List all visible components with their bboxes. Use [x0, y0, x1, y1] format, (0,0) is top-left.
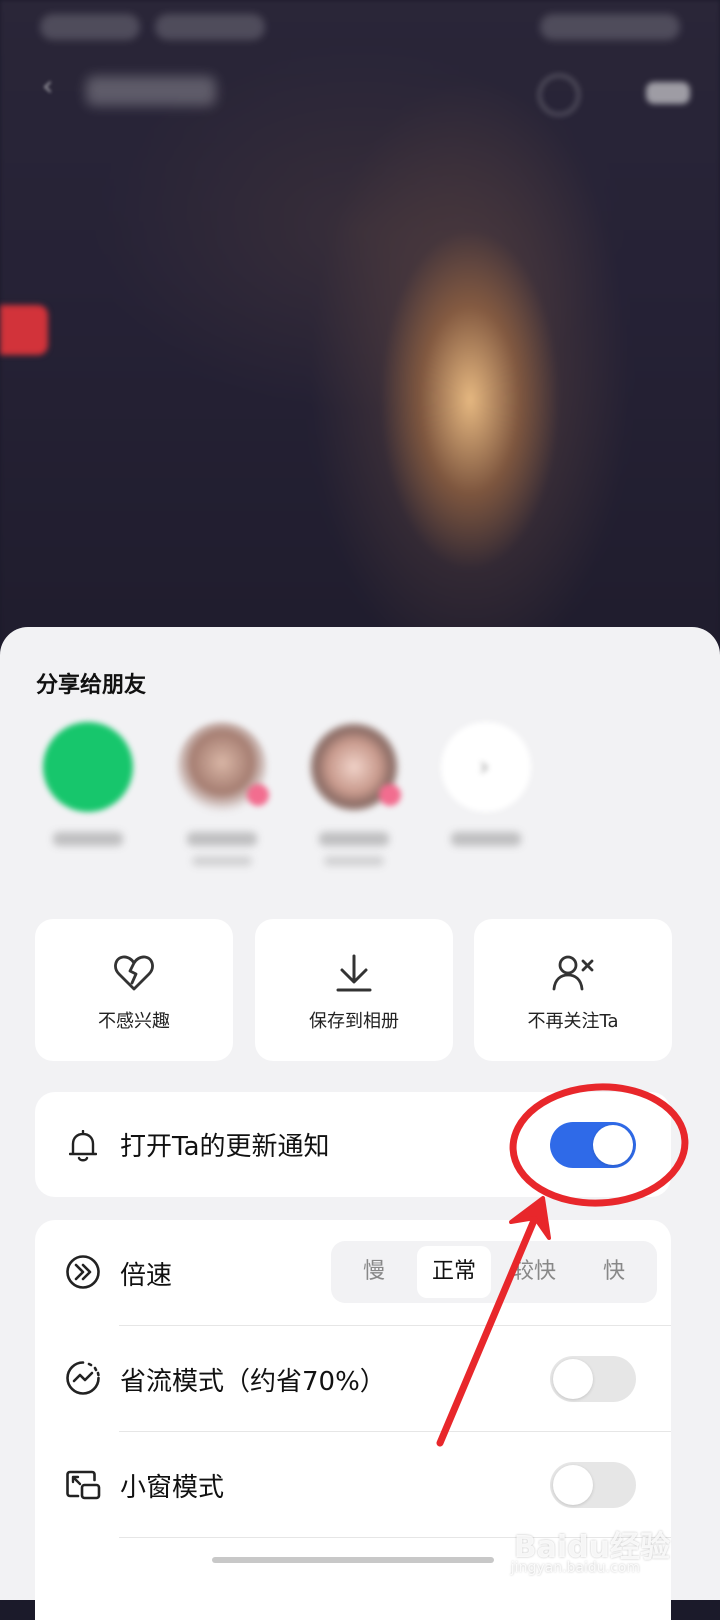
more-icon[interactable]	[646, 82, 690, 104]
mini-window-toggle[interactable]	[550, 1462, 636, 1508]
share-target-friend[interactable]	[304, 722, 404, 866]
speed-row: 倍速 慢 正常 较快 快	[35, 1220, 671, 1326]
top-nav: ‹	[30, 60, 690, 120]
speed-option-faster[interactable]: 较快	[497, 1246, 571, 1298]
update-notification-toggle[interactable]	[550, 1122, 636, 1168]
save-to-album-label: 保存到相册	[309, 1011, 399, 1032]
not-interested-button[interactable]: 不感兴趣	[35, 919, 233, 1061]
speed-icon	[66, 1255, 100, 1289]
mini-window-label: 小窗模式	[120, 1473, 225, 1503]
download-icon	[336, 954, 372, 992]
watermark-url: jingyan.baidu.com	[510, 1560, 640, 1576]
share-target-wechat[interactable]	[38, 722, 138, 846]
friend-avatar	[309, 722, 401, 812]
more-friends-icon: ›	[441, 722, 531, 812]
share-title: 分享给朋友	[36, 673, 147, 698]
data-saver-row[interactable]: 省流模式（约省70%）	[35, 1326, 671, 1432]
share-target-friend[interactable]	[172, 722, 272, 866]
red-tag	[0, 305, 48, 355]
data-saver-toggle[interactable]	[550, 1356, 636, 1402]
speed-option-slow[interactable]: 慢	[337, 1246, 411, 1298]
share-target-more[interactable]: ›	[436, 722, 536, 846]
wechat-avatar	[43, 722, 133, 812]
unfollow-label: 不再关注Ta	[527, 1011, 619, 1032]
search-icon[interactable]	[538, 74, 580, 116]
bell-icon	[69, 1130, 97, 1162]
back-icon[interactable]: ‹	[42, 72, 66, 100]
status-bar	[40, 14, 680, 42]
update-notification-row[interactable]: 打开Ta的更新通知	[35, 1092, 671, 1197]
unfollow-user-icon	[552, 955, 594, 991]
data-saver-icon	[66, 1361, 100, 1395]
speed-option-fast[interactable]: 快	[577, 1246, 651, 1298]
share-sheet: 分享给朋友 › 不感兴趣 保存到相册 不再关注Ta 打开Ta的更新通知 倍速 慢…	[0, 627, 720, 1620]
speed-selector: 慢 正常 较快 快	[331, 1241, 657, 1303]
save-to-album-button[interactable]: 保存到相册	[255, 919, 453, 1061]
not-interested-label: 不感兴趣	[98, 1011, 170, 1032]
speed-label: 倍速	[120, 1261, 173, 1291]
speed-option-normal[interactable]: 正常	[417, 1246, 491, 1298]
broken-heart-icon	[114, 955, 154, 991]
update-notification-label: 打开Ta的更新通知	[120, 1132, 330, 1162]
nav-title	[86, 76, 216, 106]
unfollow-button[interactable]: 不再关注Ta	[474, 919, 672, 1061]
home-indicator[interactable]	[212, 1557, 494, 1563]
mini-window-icon	[66, 1470, 101, 1500]
friend-avatar	[177, 722, 269, 812]
data-saver-label: 省流模式（约省70%）	[120, 1367, 386, 1397]
